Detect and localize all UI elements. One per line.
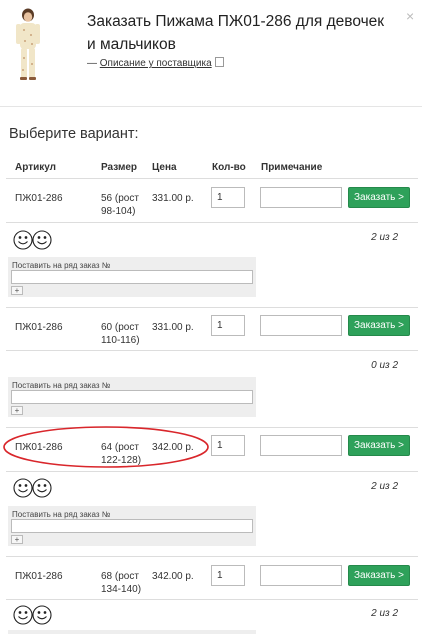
column-header-size: Размер (101, 162, 138, 173)
order-button[interactable]: Заказать > (348, 315, 410, 336)
description-prefix: — (87, 58, 100, 69)
divider (6, 556, 418, 557)
series-order-panel: Поставить на ряд заказ № + (8, 506, 256, 546)
series-order-input[interactable] (11, 390, 253, 404)
highlight-oval (3, 426, 209, 468)
product-header: Заказать Пижама ПЖ01-286 для девочек и м… (0, 0, 422, 107)
smiley-icon (13, 230, 52, 250)
column-header-price: Цена (152, 162, 177, 173)
series-order-label: Поставить на ряд заказ № (12, 261, 111, 270)
row-price: 331.00 р. (152, 322, 194, 333)
quantity-input[interactable] (211, 565, 245, 586)
stock-count: 2 из 2 (371, 481, 398, 492)
column-header-article: Артикул (15, 162, 57, 173)
product-title: Заказать Пижама ПЖ01-286 для девочек и м… (87, 13, 385, 53)
divider (6, 178, 418, 179)
stock-count: 2 из 2 (371, 232, 398, 243)
series-order-panel (8, 630, 256, 634)
row-size-line1: 56 (рост (101, 193, 139, 204)
row-size-line2: 110-116) (101, 335, 140, 346)
column-header-note: Примечание (261, 162, 323, 173)
divider (6, 599, 418, 600)
divider (6, 350, 418, 351)
quantity-input[interactable] (211, 435, 245, 456)
document-icon (214, 57, 224, 67)
row-size-line2: 134-140) (101, 584, 142, 595)
row-price: 342.00 р. (152, 571, 194, 582)
row-size: 60 (рост 110-116) (101, 321, 140, 347)
series-order-panel: Поставить на ряд заказ № + (8, 257, 256, 297)
series-order-panel: Поставить на ряд заказ № + (8, 377, 256, 417)
divider (6, 222, 418, 223)
quantity-input[interactable] (211, 315, 245, 336)
stock-count: 0 из 2 (371, 360, 398, 371)
row-size: 68 (рост 134-140) (101, 570, 141, 596)
note-input[interactable] (260, 435, 342, 456)
note-input[interactable] (260, 315, 342, 336)
smiley-icon (13, 478, 52, 498)
row-size-line2: 98-104) (101, 206, 136, 217)
row-size-line1: 60 (рост (101, 322, 139, 333)
smiley-icon (13, 605, 52, 625)
column-header-qty: Кол-во (212, 162, 246, 173)
note-input[interactable] (260, 187, 342, 208)
row-article: ПЖ01-286 (15, 571, 63, 582)
order-button[interactable]: Заказать > (348, 435, 410, 456)
series-order-label: Поставить на ряд заказ № (12, 510, 111, 519)
close-button[interactable]: × (406, 9, 414, 23)
stock-count: 2 из 2 (371, 608, 398, 619)
quantity-input[interactable] (211, 187, 245, 208)
add-series-button[interactable]: + (11, 286, 23, 295)
row-article: ПЖ01-286 (15, 322, 63, 333)
section-title: Выберите вариант: (9, 126, 139, 142)
divider (6, 471, 418, 472)
row-price: 331.00 р. (152, 193, 194, 204)
row-article: ПЖ01-286 (15, 193, 63, 204)
supplier-description: — Описание у поставщика (87, 57, 224, 69)
supplier-description-link[interactable]: Описание у поставщика (100, 58, 212, 69)
row-size-line1: 68 (рост (101, 571, 139, 582)
row-size: 56 (рост 98-104) (101, 192, 139, 218)
series-order-label: Поставить на ряд заказ № (12, 381, 111, 390)
series-order-input[interactable] (11, 519, 253, 533)
divider (6, 307, 418, 308)
note-input[interactable] (260, 565, 342, 586)
add-series-button[interactable]: + (11, 406, 23, 415)
order-button[interactable]: Заказать > (348, 565, 410, 586)
series-order-input[interactable] (11, 270, 253, 284)
product-thumbnail (16, 8, 40, 80)
order-button[interactable]: Заказать > (348, 187, 410, 208)
add-series-button[interactable]: + (11, 535, 23, 544)
